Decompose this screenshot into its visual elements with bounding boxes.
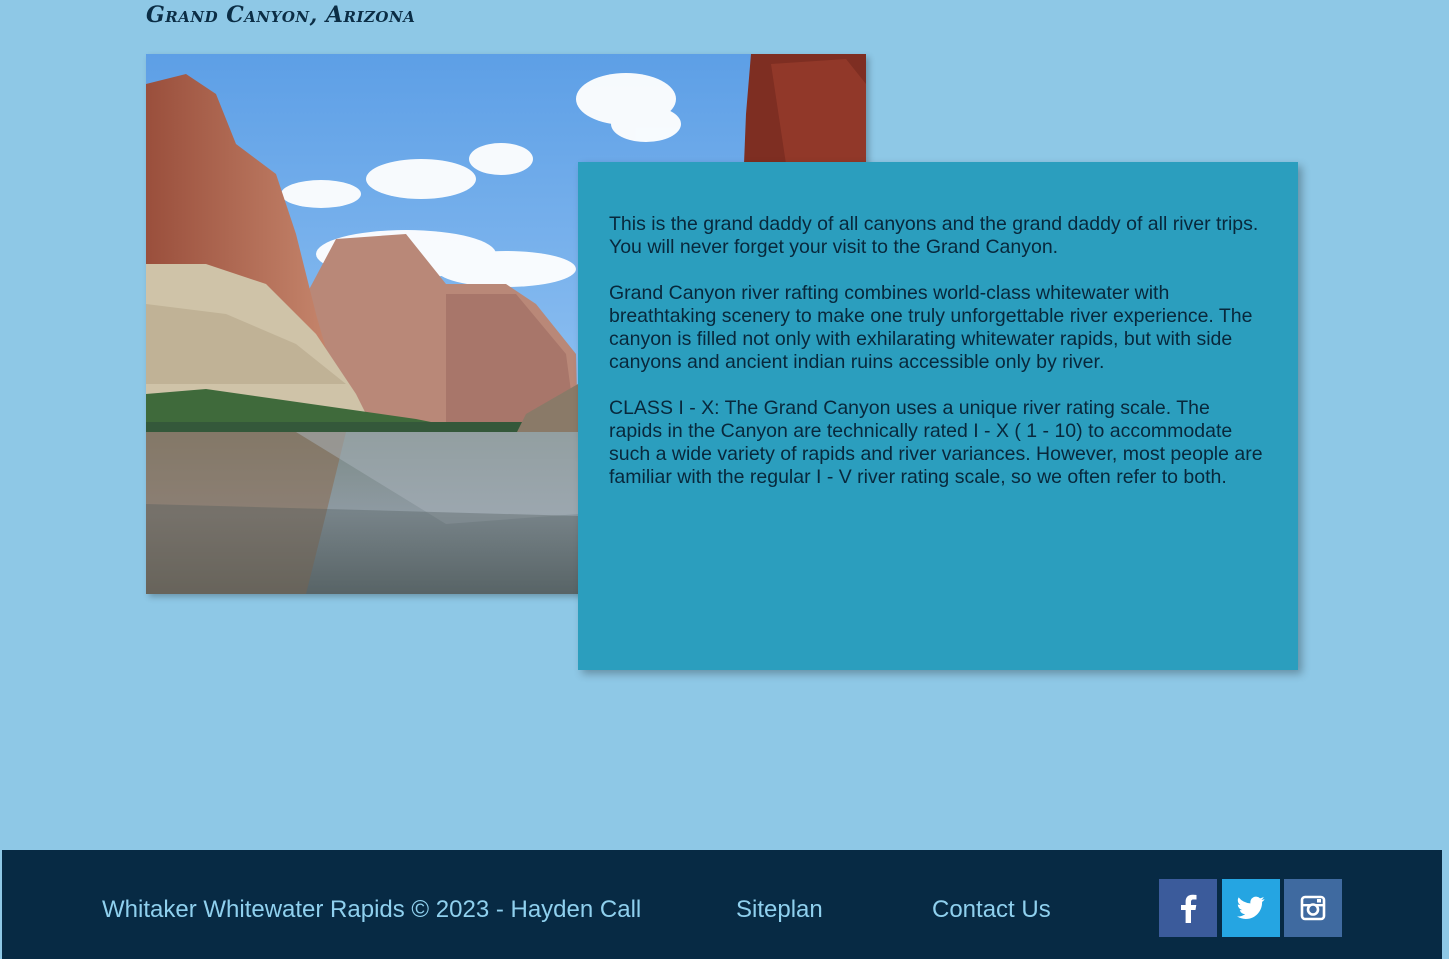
twitter-icon <box>1237 896 1265 919</box>
contact-us-link[interactable]: Contact Us <box>932 896 1051 924</box>
facebook-icon <box>1181 894 1197 923</box>
info-paragraph-rating: CLASS I - X: The Grand Canyon uses a uni… <box>609 397 1263 488</box>
footer-copyright: Whitaker Whitewater Rapids © 2023 - Hayd… <box>102 896 642 923</box>
info-paragraph-intro: This is the grand daddy of all canyons a… <box>609 213 1259 258</box>
info-card: This is the grand daddy of all canyons a… <box>578 162 1298 670</box>
instagram-button[interactable] <box>1284 879 1342 937</box>
siteplan-link[interactable]: Siteplan <box>736 896 823 924</box>
facebook-button[interactable] <box>1159 879 1217 937</box>
instagram-icon <box>1300 895 1326 921</box>
page-title: Grand Canyon, Arizona <box>146 2 416 28</box>
info-paragraph-rafting: Grand Canyon river rafting combines worl… <box>609 282 1253 373</box>
twitter-button[interactable] <box>1222 879 1280 937</box>
